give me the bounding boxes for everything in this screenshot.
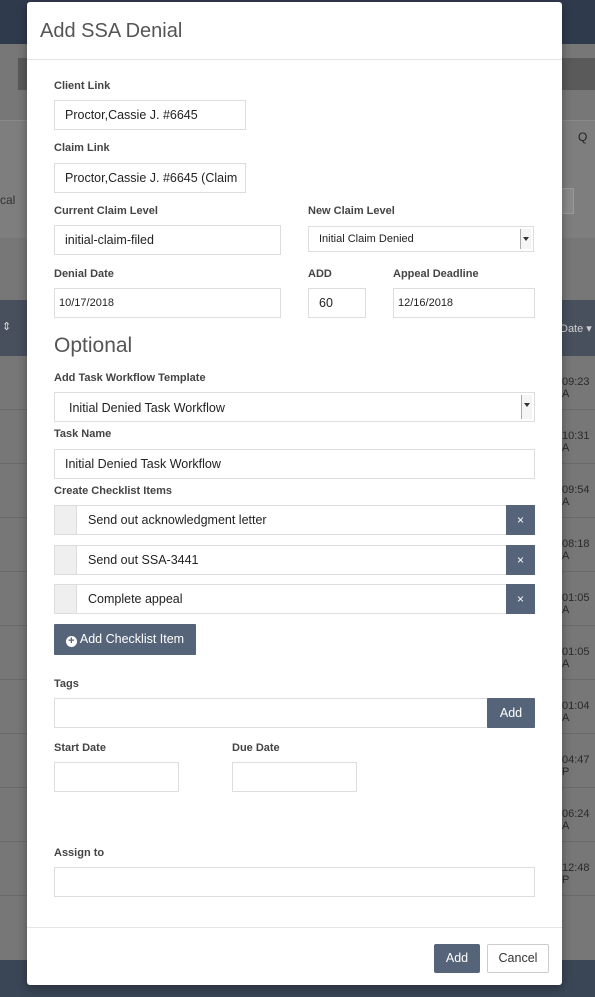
add-days-input[interactable]: 60 (308, 288, 366, 318)
task-workflow-template-label: Add Task Workflow Template (54, 372, 206, 384)
task-name-label: Task Name (54, 428, 112, 440)
tags-input[interactable] (54, 698, 488, 728)
client-link-input[interactable]: Proctor,Cassie J. #6645 (54, 100, 246, 130)
new-claim-level-select[interactable]: Initial Claim Denied (308, 226, 534, 252)
add-button[interactable]: Add (434, 944, 480, 973)
task-name-input[interactable]: Initial Denied Task Workflow (54, 449, 535, 479)
current-claim-level-input[interactable]: initial-claim-filed (54, 225, 281, 255)
cancel-button[interactable]: Cancel (487, 944, 549, 973)
background-cal-label: cal (0, 193, 16, 207)
tags-label: Tags (54, 678, 79, 690)
add-tag-button[interactable]: Add (487, 698, 535, 728)
denial-date-input[interactable]: 10/17/2018 (54, 288, 281, 318)
sort-icon: ⇕ (2, 321, 12, 333)
chevron-down-icon (520, 229, 531, 249)
modal-title: Add SSA Denial (40, 20, 183, 42)
modal-header: Add SSA Denial (27, 2, 562, 60)
start-date-input[interactable] (54, 762, 179, 792)
claim-link-input[interactable]: Proctor,Cassie J. #6645 (Claim (54, 163, 246, 193)
plus-circle-icon: + (65, 636, 77, 647)
task-workflow-template-select[interactable]: Initial Denied Task Workflow (54, 392, 535, 422)
assign-to-label: Assign to (54, 847, 105, 859)
denial-date-label: Denial Date (54, 268, 114, 280)
background-q-label: Q (578, 130, 588, 144)
due-date-input[interactable] (232, 762, 357, 792)
appeal-deadline-label: Appeal Deadline (393, 268, 479, 280)
due-date-label: Due Date (232, 742, 280, 754)
modal-body: Client Link Proctor,Cassie J. #6645 Clai… (27, 60, 562, 926)
client-link-label: Client Link (54, 80, 111, 92)
current-claim-level-label: Current Claim Level (54, 205, 158, 217)
checklist-item-text[interactable]: Complete appeal (77, 585, 506, 613)
start-date-label: Start Date (54, 742, 106, 754)
add-ssa-denial-modal: Add SSA Denial Client Link Proctor,Cassi… (27, 2, 562, 985)
assign-to-input[interactable] (54, 867, 535, 897)
optional-section-title: Optional (54, 334, 133, 357)
checklist-item: Send out SSA-3441 × (54, 545, 535, 575)
background-date-header: Date ▾ (560, 323, 592, 335)
new-claim-level-label: New Claim Level (308, 205, 395, 217)
checklist-item: Complete appeal × (54, 584, 535, 614)
remove-checklist-item-button[interactable]: × (506, 505, 535, 535)
checklist-item-checkbox[interactable] (55, 506, 77, 534)
task-workflow-template-value: Initial Denied Task Workflow (69, 401, 225, 415)
checklist-item: Send out acknowledgment letter × (54, 505, 535, 535)
checklist-item-checkbox[interactable] (55, 546, 77, 574)
checklist-item-text[interactable]: Send out SSA-3441 (77, 546, 506, 574)
add-days-label: ADD (308, 268, 332, 280)
checklist-item-checkbox[interactable] (55, 585, 77, 613)
remove-checklist-item-button[interactable]: × (506, 584, 535, 614)
add-checklist-item-button[interactable]: + Add Checklist Item (54, 624, 196, 655)
modal-footer: Add Cancel (27, 927, 562, 985)
create-checklist-items-label: Create Checklist Items (54, 485, 172, 497)
remove-checklist-item-button[interactable]: × (506, 545, 535, 575)
chevron-down-icon (521, 395, 532, 419)
claim-link-label: Claim Link (54, 142, 110, 154)
new-claim-level-value: Initial Claim Denied (319, 233, 414, 245)
checklist-item-text[interactable]: Send out acknowledgment letter (77, 506, 506, 534)
background-cal-box (560, 188, 574, 214)
appeal-deadline-input[interactable]: 12/16/2018 (393, 288, 535, 318)
